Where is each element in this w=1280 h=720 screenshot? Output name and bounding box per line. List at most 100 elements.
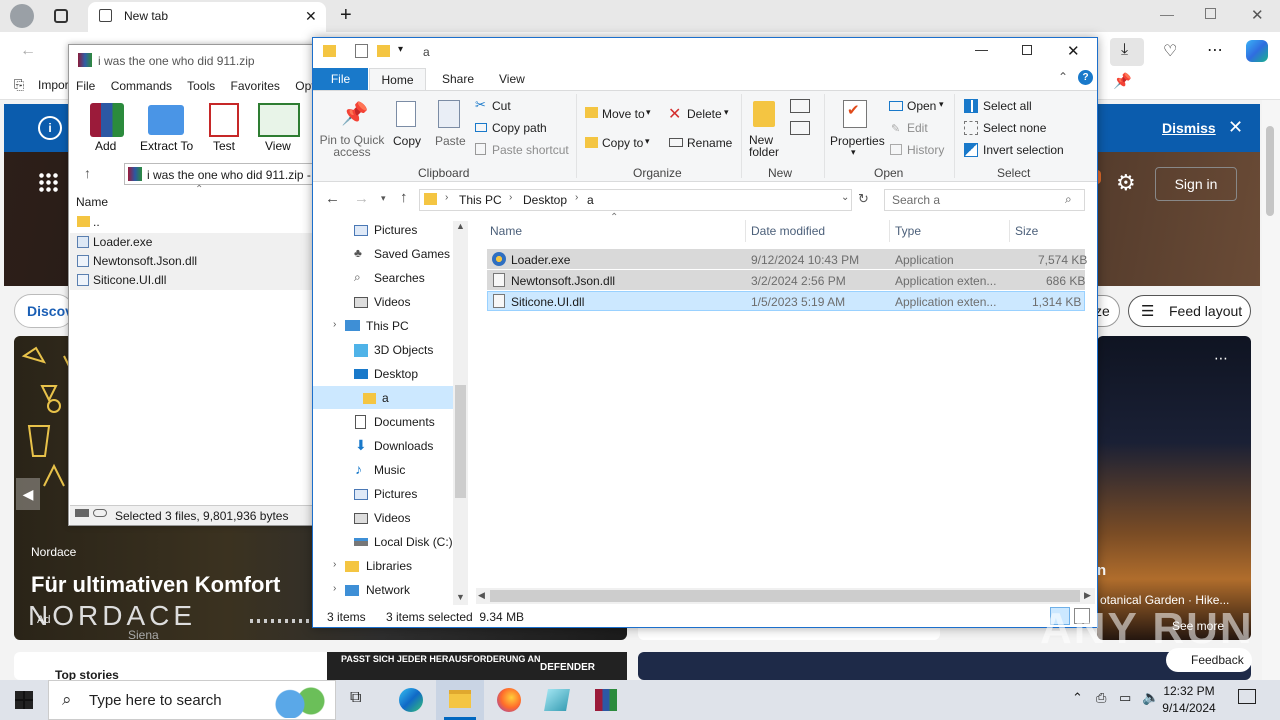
ad-title[interactable]: Für ultimativen Komfort xyxy=(31,572,280,598)
qat-dropdown-icon[interactable]: ▾ xyxy=(398,44,403,55)
nav-item-videos[interactable]: Videos xyxy=(374,295,410,309)
winrar-row[interactable]: Siticone.UI.dll xyxy=(93,273,166,287)
tab-view[interactable]: View xyxy=(499,72,525,86)
tab-close-icon[interactable]: ✕ xyxy=(305,8,317,25)
maximize-browser-icon[interactable] xyxy=(1205,8,1216,19)
invert-selection-button[interactable]: Invert selection xyxy=(983,143,1064,157)
carousel-dots[interactable] xyxy=(250,619,310,623)
ribbon-collapse-icon[interactable]: ⌃ xyxy=(1058,70,1068,84)
dismiss-link[interactable]: Dismiss xyxy=(1162,120,1216,136)
nav-item-documents[interactable]: Documents xyxy=(374,415,435,429)
favorites-import-label[interactable]: Impor xyxy=(38,78,69,92)
nav-item-videos-2[interactable]: Videos xyxy=(374,511,410,525)
winrar-view-button[interactable]: View xyxy=(265,139,291,153)
winrar-col-name[interactable]: Name xyxy=(76,195,108,209)
winrar-test-button[interactable]: Test xyxy=(213,139,235,153)
file-name[interactable]: Newtonsoft.Json.dll xyxy=(511,274,615,288)
refresh-icon[interactable]: ↻ xyxy=(858,191,869,207)
winrar-address[interactable]: i was the one who did 911.zip - xyxy=(124,163,314,185)
nav-item-searches[interactable]: Searches xyxy=(374,271,425,285)
winrar-extract-button[interactable]: Extract To xyxy=(140,139,193,153)
expand-chevron-icon[interactable]: › xyxy=(333,583,336,594)
nav-scroll-thumb[interactable] xyxy=(455,385,466,498)
card-more-icon[interactable]: ⋯ xyxy=(1214,350,1228,367)
pin-icon[interactable]: 📌 xyxy=(1113,72,1132,90)
discover-tab[interactable]: Discov xyxy=(14,294,74,328)
clock-time[interactable]: 12:32 PM xyxy=(1160,684,1218,698)
winrar-add-button[interactable]: Add xyxy=(95,139,116,153)
nav-forward-icon[interactable]: → xyxy=(354,190,369,207)
winrar-menu-tools[interactable]: Tools xyxy=(187,79,215,93)
search-icon[interactable]: ⌕ xyxy=(1065,192,1072,207)
tab-home[interactable]: Home xyxy=(369,68,426,92)
settings-icon[interactable]: ⚙ xyxy=(1116,170,1136,196)
breadcrumb-this-pc[interactable]: This PC xyxy=(459,193,502,207)
winrar-row[interactable]: Newtonsoft.Json.dll xyxy=(93,254,197,268)
winrar-taskbar-icon[interactable] xyxy=(595,689,617,711)
copilot-icon[interactable] xyxy=(1246,40,1268,62)
close-browser-icon[interactable]: ✕ xyxy=(1251,6,1264,24)
scroll-left-icon[interactable]: ◀ xyxy=(478,590,485,601)
address-dropdown-icon[interactable]: ⌄ xyxy=(841,192,849,203)
paste-button[interactable]: Paste xyxy=(435,134,466,148)
paste-shortcut-button[interactable]: Paste shortcut xyxy=(492,143,569,157)
file-name[interactable]: Loader.exe xyxy=(511,253,570,267)
sign-in-button[interactable]: Sign in xyxy=(1155,167,1237,201)
back-icon[interactable]: ← xyxy=(20,42,36,60)
search-box[interactable]: Search a xyxy=(884,189,1085,211)
move-to-button[interactable]: Move to xyxy=(602,107,645,121)
winrar-menu-file[interactable]: File xyxy=(76,79,95,93)
explorer-minimize-icon[interactable]: — xyxy=(975,42,988,57)
expand-chevron-icon[interactable]: › xyxy=(333,319,336,330)
winrar-row[interactable]: Loader.exe xyxy=(93,235,152,249)
file-name[interactable]: Siticone.UI.dll xyxy=(511,295,584,309)
nav-item-network[interactable]: Network xyxy=(366,583,410,597)
profile-icon[interactable] xyxy=(10,4,34,28)
copy-to-button[interactable]: Copy to xyxy=(602,136,643,150)
new-item-icon[interactable] xyxy=(790,99,810,113)
app-taskbar-icon[interactable] xyxy=(544,689,570,711)
nav-item-libraries[interactable]: Libraries xyxy=(366,559,412,573)
new-folder-button[interactable]: New folder xyxy=(749,134,781,158)
tray-device-icon[interactable]: ⎙ xyxy=(1096,690,1106,706)
properties-button[interactable]: Properties xyxy=(830,134,885,148)
firefox-taskbar-icon[interactable] xyxy=(497,688,521,712)
breadcrumb-desktop[interactable]: Desktop xyxy=(523,193,567,207)
notifications-icon[interactable] xyxy=(1238,689,1256,704)
scroll-right-icon[interactable]: ▶ xyxy=(1084,590,1091,601)
edit-button[interactable]: Edit xyxy=(907,121,928,135)
apps-grid-icon[interactable] xyxy=(38,172,58,192)
nav-item-pictures-2[interactable]: Pictures xyxy=(374,487,417,501)
page-scroll-thumb[interactable] xyxy=(1266,126,1274,216)
file-list-hscroll-thumb[interactable] xyxy=(490,590,1080,602)
history-button[interactable]: History xyxy=(907,143,944,157)
clock-date[interactable]: 9/14/2024 xyxy=(1160,701,1218,715)
column-type[interactable]: Type xyxy=(895,224,921,238)
explorer-close-icon[interactable]: ✕ xyxy=(1067,42,1080,60)
task-view-icon[interactable]: ⧉ xyxy=(350,689,361,707)
nav-item-desktop[interactable]: Desktop xyxy=(374,367,418,381)
copy-path-button[interactable]: Copy path xyxy=(492,121,547,135)
browser-essentials-icon[interactable]: ♡ xyxy=(1163,41,1177,61)
banner-close-icon[interactable]: ✕ xyxy=(1228,117,1243,138)
column-size[interactable]: Size xyxy=(1015,224,1038,238)
winrar-menu-favorites[interactable]: Favorites xyxy=(231,79,280,93)
start-icon[interactable] xyxy=(15,691,33,709)
breadcrumb-a[interactable]: a xyxy=(587,193,594,207)
rename-button[interactable]: Rename xyxy=(687,136,732,150)
tray-chevron-icon[interactable]: ⌃ xyxy=(1072,690,1083,706)
scroll-up-icon[interactable]: ▲ xyxy=(456,221,465,231)
nav-item-3d-objects[interactable]: 3D Objects xyxy=(374,343,433,357)
help-icon[interactable]: ? xyxy=(1078,70,1093,85)
winrar-row[interactable]: .. xyxy=(93,215,100,229)
nav-item-pictures[interactable]: Pictures xyxy=(374,223,417,237)
tab-actions-icon[interactable] xyxy=(54,9,68,23)
delete-button[interactable]: Delete xyxy=(687,107,722,121)
new-tab-icon[interactable]: + xyxy=(340,4,352,27)
copy-button[interactable]: Copy xyxy=(393,134,421,148)
nav-item-music[interactable]: Music xyxy=(374,463,405,477)
open-button[interactable]: Open xyxy=(907,99,936,113)
tab-file[interactable]: File xyxy=(313,68,368,90)
column-date-modified[interactable]: Date modified xyxy=(751,224,825,238)
column-name[interactable]: Name xyxy=(490,224,522,238)
